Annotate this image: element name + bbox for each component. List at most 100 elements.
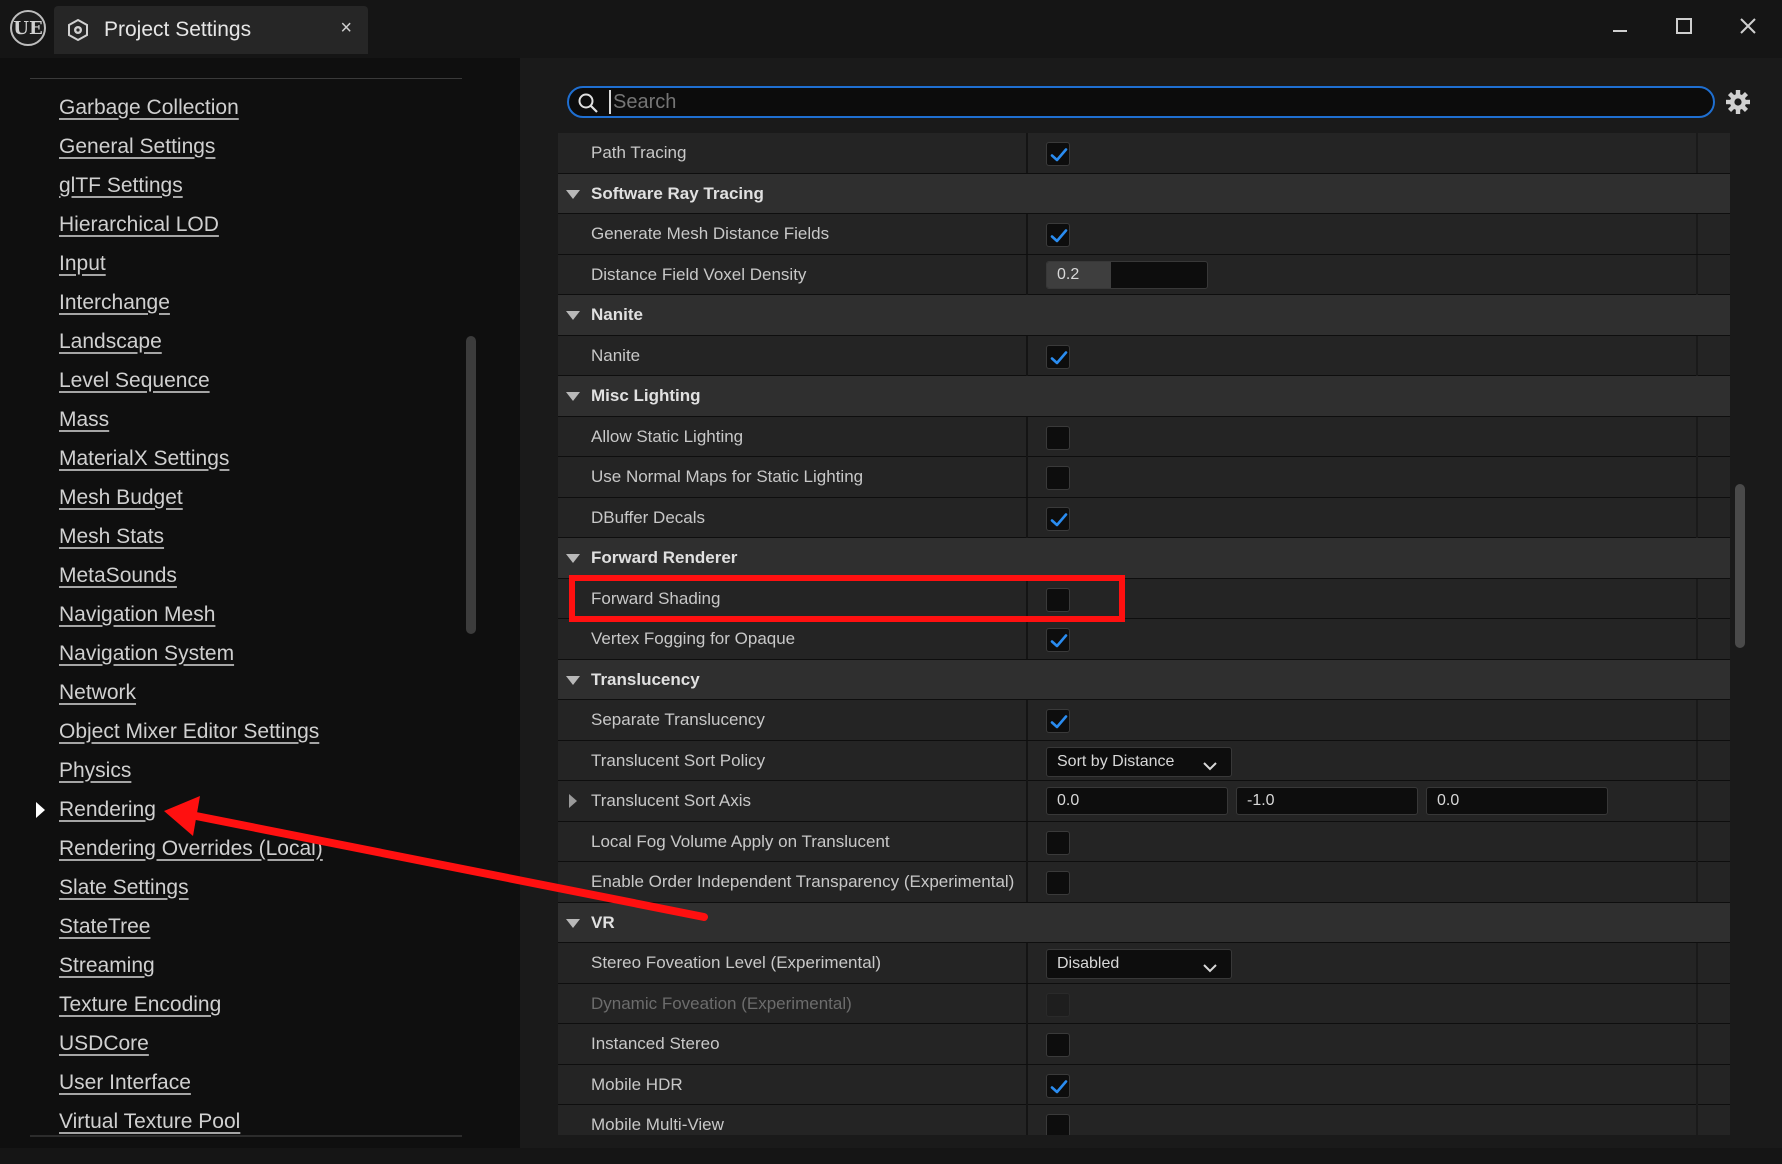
sidebar-item-interchange[interactable]: Interchange — [0, 283, 460, 322]
property-row-local-fog-volume-apply-on-translucent: Local Fog Volume Apply on Translucent — [558, 821, 1730, 862]
sidebar-item-hierarchical-lod[interactable]: Hierarchical LOD — [0, 205, 460, 244]
property-label: Allow Static Lighting — [591, 426, 744, 446]
sidebar-item-garbage-collection[interactable]: Garbage Collection — [0, 88, 460, 127]
sidebar-item-rendering[interactable]: Rendering — [0, 790, 460, 829]
close-button[interactable] — [1728, 8, 1768, 44]
dbuffer-decals-checkbox[interactable] — [1046, 506, 1070, 531]
checkmark-icon — [1050, 512, 1068, 526]
category-row-vr[interactable]: VR — [558, 902, 1730, 943]
path-tracing-checkbox[interactable] — [1046, 142, 1070, 166]
maximize-button[interactable] — [1664, 8, 1704, 44]
translucent-sort-axis-x-input[interactable]: 0.0 — [1046, 787, 1228, 815]
sidebar-item-texture-encoding[interactable]: Texture Encoding — [0, 985, 460, 1024]
unreal-logo-icon[interactable]: UE — [10, 10, 46, 46]
sidebar-item-label: Mass — [59, 407, 110, 431]
mobile-hdr-checkbox[interactable] — [1046, 1073, 1070, 1098]
property-row-mobile-multi-view: Mobile Multi-View — [558, 1105, 1730, 1135]
collapse-triangle-icon[interactable] — [566, 311, 580, 320]
category-row-nanite[interactable]: Nanite — [558, 295, 1730, 336]
property-row-vertex-fogging-for-opaque: Vertex Fogging for Opaque — [558, 619, 1730, 660]
sidebar-item-metasounds[interactable]: MetaSounds — [0, 556, 460, 595]
column-divider — [1696, 781, 1698, 821]
sidebar-item-rendering-overrides-local[interactable]: Rendering Overrides (Local) — [0, 829, 460, 868]
sidebar-item-materialx-settings[interactable]: MaterialX Settings — [0, 439, 460, 478]
category-row-translucency[interactable]: Translucency — [558, 659, 1730, 700]
sidebar-item-gltf-settings[interactable]: glTF Settings — [0, 166, 460, 205]
sidebar-item-input[interactable]: Input — [0, 244, 460, 283]
collapse-triangle-icon[interactable] — [566, 918, 580, 928]
sidebar-item-mesh-budget[interactable]: Mesh Budget — [0, 478, 460, 517]
dropdown-value: Sort by Distance — [1057, 752, 1175, 770]
translucent-sort-policy-dropdown[interactable]: Sort by Distance — [1046, 746, 1232, 777]
category-label: Translucency — [591, 669, 700, 689]
sidebar-item-label: MaterialX Settings — [59, 446, 230, 470]
property-row-instanced-stereo: Instanced Stereo — [558, 1024, 1730, 1065]
value-cell — [1028, 1065, 1696, 1105]
sidebar-item-mesh-stats[interactable]: Mesh Stats — [0, 517, 460, 556]
use-normal-maps-for-static-lighting-checkbox[interactable] — [1046, 466, 1070, 490]
tab-close-button[interactable]: × — [340, 17, 352, 40]
property-label: Generate Mesh Distance Fields — [591, 224, 830, 243]
gear-icon[interactable] — [1724, 88, 1752, 116]
value-cell — [1028, 700, 1696, 740]
separate-translucency-checkbox[interactable] — [1046, 709, 1070, 733]
sidebar-item-mass[interactable]: Mass — [0, 400, 460, 439]
divider — [30, 1135, 462, 1137]
property-row-use-normal-maps-for-static-lighting: Use Normal Maps for Static Lighting — [558, 457, 1730, 498]
sidebar-item-usdcore[interactable]: USDCore — [0, 1024, 460, 1063]
sidebar-item-general-settings[interactable]: General Settings — [0, 127, 460, 166]
properties-scrollbar[interactable] — [1735, 484, 1745, 648]
nanite-checkbox[interactable] — [1046, 344, 1070, 369]
collapse-triangle-icon[interactable] — [566, 189, 580, 199]
sidebar-item-navigation-system[interactable]: Navigation System — [0, 634, 460, 673]
stereo-foveation-level-experimental-dropdown[interactable]: Disabled — [1046, 949, 1232, 979]
category-panel: Garbage Collection General Settings glTF S… — [0, 58, 520, 1148]
search-input[interactable] — [609, 90, 1699, 114]
chevron-down-icon — [1203, 964, 1217, 973]
collapse-triangle-icon[interactable] — [566, 392, 580, 401]
translucent-sort-axis-y-input[interactable]: -1.0 — [1236, 787, 1418, 815]
sidebar-item-slate-settings[interactable]: Slate Settings — [0, 868, 460, 907]
sidebar-item-streaming[interactable]: Streaming — [0, 946, 460, 985]
sidebar-item-level-sequence[interactable]: Level Sequence — [0, 361, 460, 400]
collapse-triangle-icon[interactable] — [566, 554, 580, 563]
local-fog-volume-apply-on-translucent-checkbox[interactable] — [1046, 830, 1070, 855]
expand-triangle-icon[interactable] — [569, 794, 577, 808]
category-row-misc-lighting[interactable]: Misc Lighting — [558, 376, 1730, 417]
category-row-software-ray-tracing[interactable]: Software Ray Tracing — [558, 173, 1730, 214]
value-cell — [1028, 133, 1696, 173]
dynamic-foveation-experimental-checkbox — [1046, 992, 1070, 1017]
category-label: Software Ray Tracing — [591, 183, 764, 203]
property-row-mobile-hdr: Mobile HDR — [558, 1064, 1730, 1105]
expand-arrow-icon[interactable] — [36, 802, 45, 818]
sidebar-item-navigation-mesh[interactable]: Navigation Mesh — [0, 595, 460, 634]
column-divider — [1696, 700, 1698, 740]
mobile-multi-view-checkbox[interactable] — [1046, 1114, 1070, 1135]
maximize-icon — [1676, 18, 1692, 34]
sidebar-item-physics[interactable]: Physics — [0, 751, 460, 790]
collapse-triangle-icon[interactable] — [566, 675, 580, 685]
vertex-fogging-for-opaque-checkbox[interactable] — [1046, 628, 1070, 652]
sidebar-item-user-interface[interactable]: User Interface — [0, 1063, 460, 1102]
value-cell — [1028, 1105, 1696, 1135]
minimize-button[interactable] — [1600, 8, 1640, 44]
instanced-stereo-checkbox[interactable] — [1046, 1033, 1070, 1057]
sidebar-item-object-mixer-editor-settings[interactable]: Object Mixer Editor Settings — [0, 712, 460, 751]
sidebar-item-label: StateTree — [59, 914, 151, 938]
property-row-dbuffer-decals: DBuffer Decals — [558, 497, 1730, 538]
value-cell: Sort by Distance — [1028, 741, 1696, 781]
sidebar-item-statetree[interactable]: StateTree — [0, 907, 460, 946]
generate-mesh-distance-fields-checkbox[interactable] — [1046, 223, 1070, 247]
tab-project-settings[interactable]: Project Settings × — [54, 6, 368, 54]
distance-field-voxel-density-input[interactable]: 0.2 — [1046, 260, 1208, 289]
title-bar: UE Project Settings × — [0, 0, 1782, 58]
sidebar-item-landscape[interactable]: Landscape — [0, 322, 460, 361]
translucent-sort-axis-z-input[interactable]: 0.0 — [1426, 787, 1608, 815]
category-scrollbar[interactable] — [466, 336, 476, 634]
column-divider — [1696, 619, 1698, 659]
search-box[interactable] — [567, 86, 1715, 118]
category-row-forward-renderer[interactable]: Forward Renderer — [558, 538, 1730, 579]
sidebar-item-network[interactable]: Network — [0, 673, 460, 712]
allow-static-lighting-checkbox[interactable] — [1046, 425, 1070, 450]
enable-order-independent-transparency-experimental-checkbox[interactable] — [1046, 871, 1070, 895]
